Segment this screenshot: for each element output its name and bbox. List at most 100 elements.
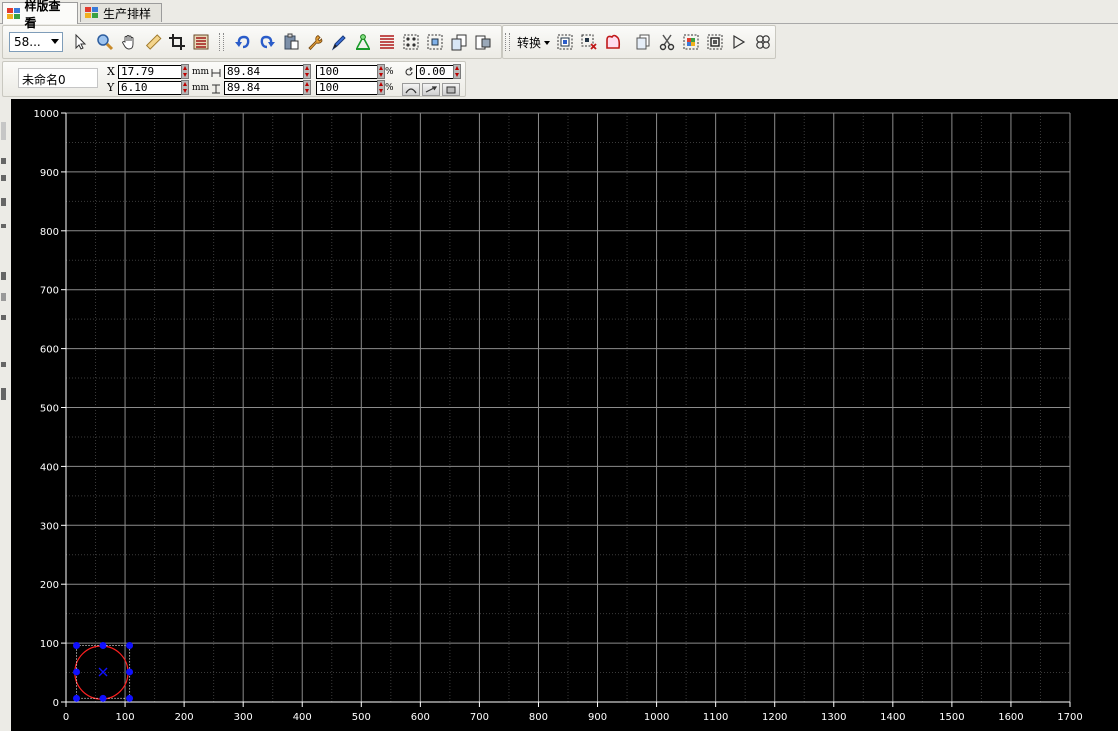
y-position-input[interactable]: 6.10 (118, 81, 182, 95)
drawing-canvas[interactable]: 0 100 200 300 400 500 600 700 800 900 1000 1100 1200… (11, 99, 1118, 731)
chevron-down-icon (51, 39, 59, 44)
center-marker-icon (98, 667, 108, 677)
pen-icon[interactable] (329, 32, 349, 52)
zoom-icon[interactable] (95, 32, 115, 52)
fit-select-icon[interactable] (425, 32, 445, 52)
convert-menu-button[interactable]: 转换 (517, 34, 551, 51)
toolbox-tool-icon[interactable] (1, 293, 6, 301)
selection-handle (126, 694, 134, 702)
toolbar-grip[interactable] (219, 33, 224, 51)
lock-ratio-button[interactable] (442, 83, 460, 96)
height-icon (211, 83, 221, 97)
color-select-icon[interactable] (681, 32, 701, 52)
x-tick-label: 1300 (821, 712, 846, 723)
wrench-icon[interactable] (305, 32, 325, 52)
edit-toolbar: 转换 (502, 25, 776, 59)
node-delete-icon[interactable] (579, 32, 599, 52)
x-tick-label: 600 (411, 712, 430, 723)
selection-handle (73, 641, 81, 649)
y-tick-label: 100 (40, 639, 59, 650)
copy-page-icon[interactable] (449, 32, 469, 52)
toolbox-tool-icon[interactable] (1, 315, 6, 320)
ruler-icon[interactable] (143, 32, 163, 52)
lines-icon[interactable] (377, 32, 397, 52)
tab-app-icon (85, 7, 99, 19)
y-tick-label: 600 (40, 345, 59, 356)
property-bar: 未命名0 X 17.79 mm Y 6.10 mm 89.84 89.84 10… (2, 61, 466, 97)
canvas-grid: 0 100 200 300 400 500 600 700 800 900 1000 1100 1200… (34, 109, 1083, 723)
x-tick-label: 300 (234, 712, 253, 723)
width-input[interactable]: 89.84 (224, 65, 305, 79)
rotation-input[interactable]: 0.00 (416, 65, 454, 79)
mirror-vertical-button[interactable] (422, 83, 440, 96)
height-input[interactable]: 89.84 (224, 81, 305, 95)
toolbox-tool-icon[interactable] (1, 198, 6, 206)
zoom-value: 58... (14, 35, 41, 49)
x-tick-label: 500 (352, 712, 371, 723)
rotate-icon (404, 66, 414, 80)
node-icon[interactable] (353, 32, 373, 52)
tab-label: 生产排样 (103, 6, 152, 21)
frame-icon[interactable] (705, 32, 725, 52)
zoom-select[interactable]: 58... (9, 32, 63, 52)
y-tick-label: 700 (40, 286, 59, 297)
selection-handle (126, 641, 134, 649)
y-tick-label: 200 (40, 580, 59, 591)
toolbox-tool-icon[interactable] (1, 272, 6, 280)
toolbox-tool-icon[interactable] (1, 175, 6, 181)
print-icon[interactable] (473, 32, 493, 52)
x-position-input[interactable]: 17.79 (118, 65, 182, 79)
toolbox-tool-icon[interactable] (1, 158, 6, 164)
link-icon[interactable] (753, 32, 773, 52)
height-spinner[interactable] (303, 80, 311, 95)
grid-select-icon[interactable] (401, 32, 421, 52)
y-tick-label: 900 (40, 168, 59, 179)
width-spinner[interactable] (303, 64, 311, 79)
selection-handle (73, 694, 81, 702)
toolbox-tool-icon[interactable] (1, 388, 6, 400)
select-arrow-icon[interactable] (71, 32, 91, 52)
object-name-field[interactable]: 未命名0 (18, 68, 98, 88)
toolbox-tool-icon[interactable] (1, 224, 6, 228)
tab-sample-view[interactable]: 样版查看 (2, 0, 78, 30)
tab-production-layout[interactable]: 生产排样 (80, 3, 162, 22)
x-tick-label: 1000 (644, 712, 669, 723)
mirror-horizontal-button[interactable] (402, 83, 420, 96)
y-tick-label: 300 (40, 521, 59, 532)
y-tick-label: 500 (40, 404, 59, 415)
selection-handle (126, 668, 134, 676)
toolbox-tool-icon[interactable] (1, 362, 6, 367)
y-tick-label: 800 (40, 227, 59, 238)
pan-hand-icon[interactable] (119, 32, 139, 52)
toolbox-grip[interactable] (1, 122, 6, 140)
undo-icon[interactable] (233, 32, 253, 52)
scale-width-spinner[interactable] (377, 64, 385, 79)
node-add-icon[interactable] (555, 32, 575, 52)
y-spinner[interactable] (181, 80, 189, 95)
redo-icon[interactable] (257, 32, 277, 52)
scissors-icon[interactable] (657, 32, 677, 52)
x-tick-label: 200 (175, 712, 194, 723)
x-unit-label: mm (192, 67, 210, 77)
duplicate-icon[interactable] (633, 32, 653, 52)
x-tick-label: 400 (293, 712, 312, 723)
crop-icon[interactable] (167, 32, 187, 52)
x-tick-label: 0 (63, 712, 69, 723)
y-unit-label: mm (192, 83, 210, 93)
selection-handle (99, 641, 107, 649)
list-icon[interactable] (191, 32, 211, 52)
scale-height-spinner[interactable] (377, 80, 385, 95)
x-tick-label: 1600 (998, 712, 1023, 723)
scale-height-input[interactable]: 100 (316, 81, 378, 95)
toolbar-grip[interactable] (505, 33, 510, 51)
x-tick-label: 100 (116, 712, 135, 723)
x-spinner[interactable] (181, 64, 189, 79)
x-tick-label: 1400 (880, 712, 905, 723)
scale-width-input[interactable]: 100 (316, 65, 378, 79)
rotation-spinner[interactable] (453, 64, 461, 79)
shape-icon[interactable] (603, 32, 623, 52)
arrow-out-icon[interactable] (729, 32, 749, 52)
selection-handle (99, 694, 107, 702)
paste-icon[interactable] (281, 32, 301, 52)
y-tick-label: 400 (40, 462, 59, 473)
